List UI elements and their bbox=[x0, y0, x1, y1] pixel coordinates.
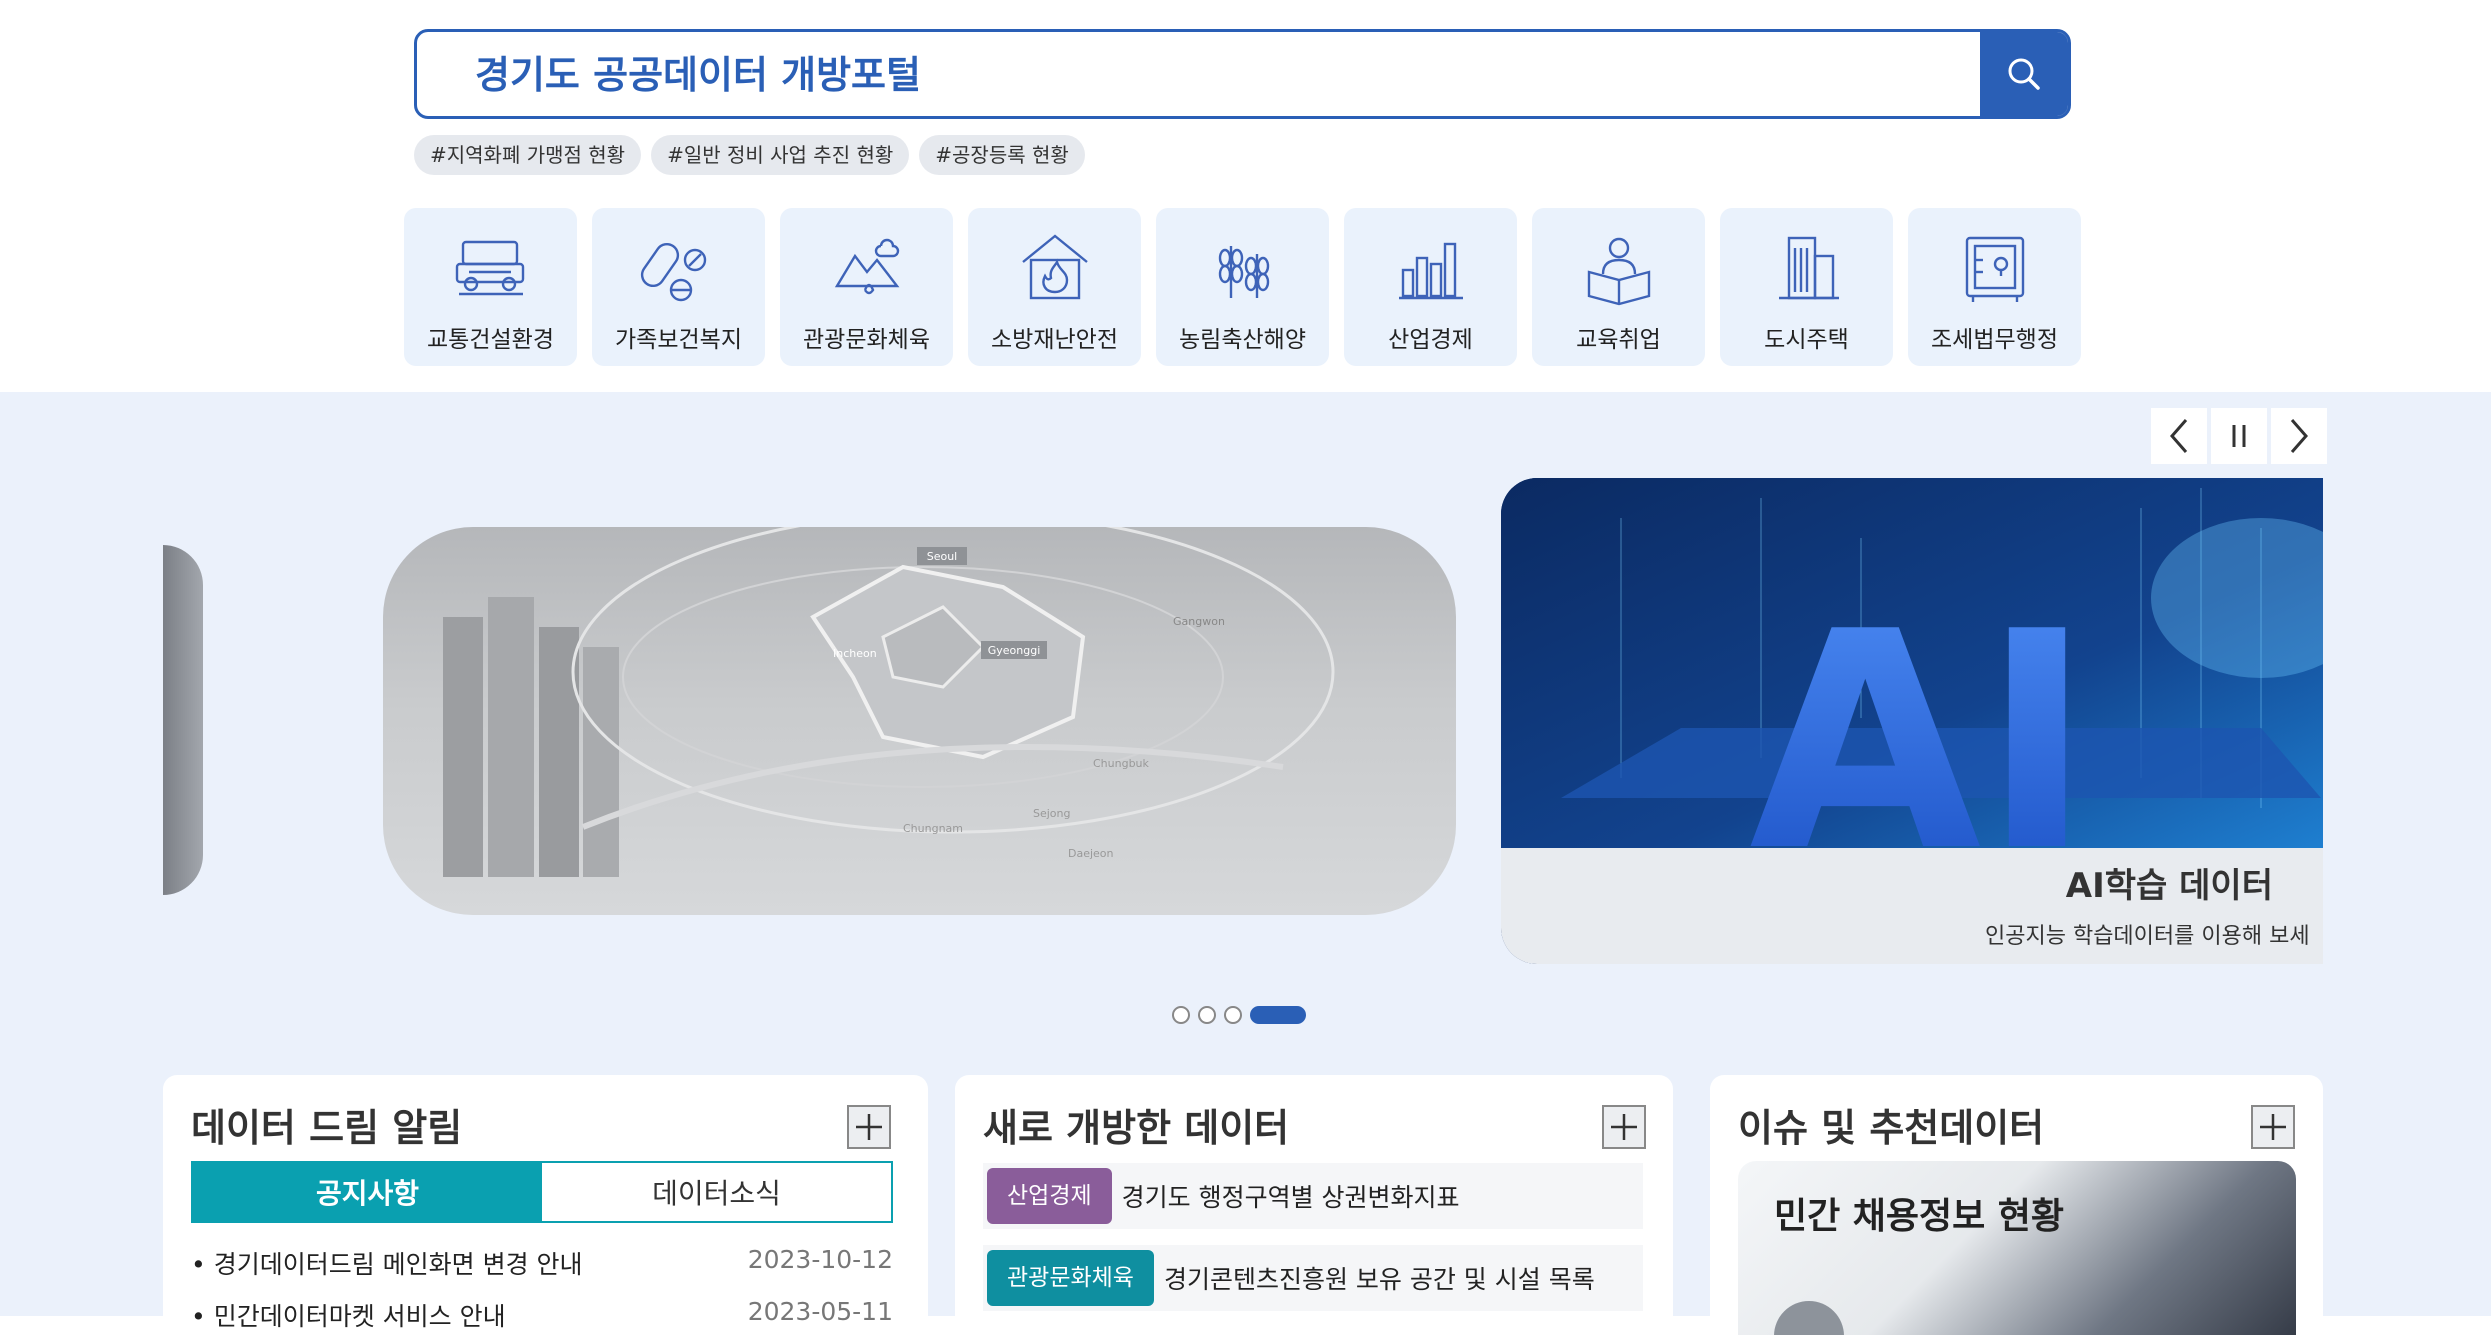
panel-title: 새로 개방한 데이터 bbox=[983, 1106, 1290, 1150]
car-icon bbox=[455, 240, 524, 296]
category-traffic[interactable]: 교통건설환경 bbox=[404, 208, 577, 366]
carousel-pause-button[interactable] bbox=[2211, 408, 2267, 464]
notice-title: • 민간데이터마켓 서비스 안내 bbox=[191, 1302, 506, 1331]
notice-date: 2023-10-12 bbox=[747, 1245, 893, 1274]
search-button[interactable] bbox=[1980, 32, 2068, 116]
category-label: 소방재난안전 bbox=[991, 327, 1118, 353]
new-data-item[interactable]: 관광문화체육 경기콘텐츠진흥원 보유 공간 및 시설 목록 bbox=[983, 1245, 1643, 1311]
ai-hero-text: AI bbox=[1749, 568, 2093, 848]
new-data-panel: 새로 개방한 데이터 산업경제 경기도 행정구역별 상권변화지표 관광문화체육 … bbox=[955, 1075, 1673, 1335]
map-label: Daejeon bbox=[1068, 847, 1114, 860]
reading-person-icon bbox=[1587, 237, 1650, 306]
safe-icon bbox=[1965, 236, 2024, 302]
bar-chart-icon bbox=[1398, 242, 1463, 300]
notice-panel: 데이터 드림 알림 공지사항 데이터소식 • 경기데이터드림 메인화면 변경 안… bbox=[163, 1075, 928, 1335]
carousel-dot[interactable] bbox=[1198, 1006, 1216, 1024]
category-industry[interactable]: 산업경제 bbox=[1344, 208, 1517, 366]
wheat-icon bbox=[1218, 246, 1269, 298]
slide-description: 인공지능 학습데이터를 이용해 보세 bbox=[1985, 924, 2310, 949]
map-label: Gyeonggi bbox=[988, 644, 1041, 657]
category-label: 교통건설환경 bbox=[427, 327, 554, 353]
issue-card-image[interactable]: 민간 채용정보 현황 bbox=[1738, 1161, 2296, 1335]
notice-date: 2023-05-11 bbox=[747, 1297, 893, 1326]
dataset-title: 경기콘텐츠진흥원 보유 공간 및 시설 목록 bbox=[1163, 1265, 1595, 1294]
category-label: 가족보건복지 bbox=[615, 327, 742, 353]
ai-hero-image: AI bbox=[1501, 478, 2323, 917]
chevron-right-icon bbox=[2290, 419, 2308, 453]
panel-title: 이슈 및 추천데이터 bbox=[1738, 1106, 2045, 1150]
category-label: 관광문화체육 bbox=[803, 327, 930, 353]
tab-data-news[interactable]: 데이터소식 bbox=[542, 1163, 891, 1221]
category-badge: 산업경제 bbox=[987, 1168, 1112, 1224]
search-tag[interactable]: #지역화폐 가맹점 현황 bbox=[414, 135, 642, 175]
search-tag[interactable]: #공장등록 현황 bbox=[919, 135, 1085, 175]
fire-icon bbox=[1021, 234, 1088, 300]
search-icon bbox=[2008, 58, 2040, 90]
new-data-item[interactable]: 산업경제 경기도 행정구역별 상권변화지표 bbox=[983, 1163, 1643, 1229]
carousel-slide-ai[interactable]: AI AI학습 데이터 인공지능 학습데이터를 이용해 보세 bbox=[1501, 478, 2323, 964]
notice-tabs: 공지사항 데이터소식 bbox=[191, 1161, 893, 1223]
plus-icon bbox=[856, 1114, 882, 1140]
landscape-icon bbox=[834, 238, 899, 295]
category-housing[interactable]: 도시주택 bbox=[1720, 208, 1893, 366]
issue-panel: 이슈 및 추천데이터 민간 채용정보 현황 bbox=[1710, 1075, 2323, 1335]
carousel-dot[interactable] bbox=[1172, 1006, 1190, 1024]
category-badge: 관광문화체육 bbox=[987, 1250, 1154, 1306]
category-safety[interactable]: 소방재난안전 bbox=[968, 208, 1141, 366]
plus-icon bbox=[2260, 1114, 2286, 1140]
carousel-slide-previous[interactable] bbox=[163, 545, 203, 895]
category-label: 조세법무행정 bbox=[1931, 327, 2058, 353]
category-tax[interactable]: 조세법무행정 bbox=[1908, 208, 2081, 366]
category-label: 교육취업 bbox=[1576, 327, 1661, 353]
carousel-next-button[interactable] bbox=[2271, 408, 2327, 464]
slide-title: AI학습 데이터 bbox=[2065, 866, 2273, 906]
gyeonggi-map-image: Seoul Incheon Gyeonggi Gangwon Chungbuk … bbox=[443, 527, 1335, 877]
map-label: Seoul bbox=[927, 550, 958, 563]
category-menu: 교통건설환경 가족보건복지 관광문화체육 소방재난안전 농림축산해양 산업경제 bbox=[404, 208, 2081, 366]
map-label: Gangwon bbox=[1173, 615, 1225, 628]
map-label: Chungbuk bbox=[1093, 757, 1150, 770]
issue-card-caption: 민간 채용정보 현황 bbox=[1774, 1196, 2065, 1237]
map-label: Sejong bbox=[1033, 807, 1071, 820]
category-education[interactable]: 교육취업 bbox=[1532, 208, 1705, 366]
category-welfare[interactable]: 가족보건복지 bbox=[592, 208, 765, 366]
carousel-prev-button[interactable] bbox=[2151, 408, 2207, 464]
category-tourism[interactable]: 관광문화체육 bbox=[780, 208, 953, 366]
panel-title: 데이터 드림 알림 bbox=[191, 1106, 463, 1150]
notice-more-button[interactable] bbox=[847, 1105, 891, 1149]
search-input[interactable] bbox=[473, 32, 1877, 116]
map-label: Chungnam bbox=[903, 822, 963, 835]
carousel-pagination bbox=[1172, 1006, 1306, 1024]
issue-prev-icon[interactable] bbox=[1774, 1301, 1844, 1335]
map-label: Incheon bbox=[833, 647, 877, 660]
pause-icon bbox=[2232, 425, 2246, 447]
search-tag[interactable]: #일반 정비 사업 추진 현황 bbox=[651, 135, 910, 175]
dataset-title: 경기도 행정구역별 상권변화지표 bbox=[1121, 1183, 1460, 1212]
category-label: 도시주택 bbox=[1764, 327, 1849, 353]
new-data-more-button[interactable] bbox=[1602, 1105, 1646, 1149]
popular-tags: #지역화폐 가맹점 현황 #일반 정비 사업 추진 현황 #공장등록 현황 bbox=[414, 135, 1085, 175]
carousel-dot[interactable] bbox=[1224, 1006, 1242, 1024]
building-icon bbox=[1778, 236, 1839, 300]
notice-title: • 경기데이터드림 메인화면 변경 안내 bbox=[191, 1250, 583, 1279]
carousel-slide-map[interactable]: Seoul Incheon Gyeonggi Gangwon Chungbuk … bbox=[383, 527, 1456, 915]
slide-caption: AI학습 데이터 인공지능 학습데이터를 이용해 보세 bbox=[1501, 848, 2323, 964]
search-bar bbox=[414, 29, 2071, 119]
tab-notices[interactable]: 공지사항 bbox=[193, 1163, 542, 1221]
notice-item[interactable]: • 민간데이터마켓 서비스 안내 2023-05-11 bbox=[191, 1297, 893, 1335]
pill-icon bbox=[640, 242, 706, 302]
category-agriculture[interactable]: 농림축산해양 bbox=[1156, 208, 1329, 366]
category-label: 산업경제 bbox=[1388, 327, 1473, 353]
plus-icon bbox=[1611, 1114, 1637, 1140]
chevron-left-icon bbox=[2170, 419, 2188, 453]
carousel-dot-active[interactable] bbox=[1250, 1006, 1306, 1024]
issue-more-button[interactable] bbox=[2251, 1105, 2295, 1149]
notice-item[interactable]: • 경기데이터드림 메인화면 변경 안내 2023-10-12 bbox=[191, 1245, 893, 1285]
category-label: 농림축산해양 bbox=[1179, 327, 1306, 353]
